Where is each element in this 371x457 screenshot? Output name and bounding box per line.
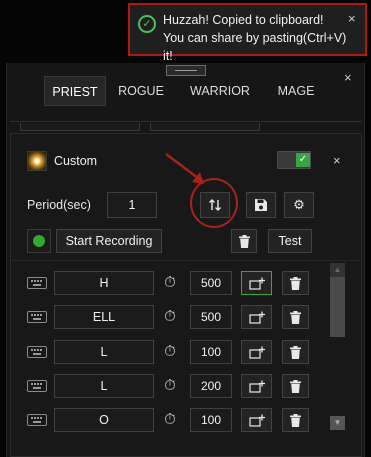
add-row-icon — [248, 380, 265, 393]
add-row-icon — [248, 346, 265, 359]
delete-row-button[interactable] — [282, 374, 309, 398]
delay-input[interactable]: 100 — [190, 408, 232, 432]
tab-priest[interactable]: PRIEST — [44, 76, 106, 106]
stopwatch-icon: ⏱ — [164, 377, 176, 394]
trash-icon — [290, 311, 301, 324]
keyboard-icon — [27, 346, 47, 358]
key-input[interactable]: ELL — [54, 305, 154, 329]
panel-close-icon[interactable]: × — [344, 70, 352, 85]
keyboard-icon — [27, 380, 47, 392]
key-input[interactable]: L — [54, 374, 154, 398]
settings-button[interactable]: ⚙ — [284, 192, 314, 218]
insert-row-button[interactable] — [241, 340, 272, 364]
delay-input[interactable]: 500 — [190, 305, 232, 329]
toast-close-icon[interactable]: × — [348, 11, 362, 26]
delete-row-button[interactable] — [282, 271, 309, 295]
delete-row-button[interactable] — [282, 305, 309, 329]
record-indicator-icon — [33, 235, 45, 247]
macro-name: Custom — [54, 154, 98, 168]
start-recording-button[interactable]: Start Recording — [56, 229, 162, 253]
trash-icon — [290, 414, 301, 427]
stopwatch-icon: ⏱ — [164, 274, 176, 291]
subtab[interactable] — [20, 123, 140, 131]
stopwatch-icon: ⏱ — [164, 343, 176, 360]
scroll-up-icon[interactable]: ▲ — [330, 263, 345, 277]
stopwatch-icon: ⏱ — [164, 308, 176, 325]
trash-icon — [290, 277, 301, 290]
trash-icon — [290, 346, 301, 359]
check-circle-icon: ✓ — [138, 15, 156, 33]
tab-rogue[interactable]: ROGUE — [114, 76, 168, 106]
save-icon — [255, 199, 267, 211]
record-status — [27, 229, 51, 253]
add-row-icon — [248, 414, 265, 427]
insert-row-button[interactable] — [241, 305, 272, 329]
check-icon: ✓ — [296, 153, 310, 167]
add-row-icon — [248, 277, 265, 290]
key-input[interactable]: L — [54, 340, 154, 364]
subtab-divider — [10, 121, 362, 122]
delay-input[interactable]: 500 — [190, 271, 232, 295]
toast-message: Huzzah! Copied to clipboard! You can sha… — [163, 13, 347, 63]
tab-warrior[interactable]: WARRIOR — [184, 76, 256, 106]
clipboard-toast: ✓ Huzzah! Copied to clipboard! You can s… — [128, 3, 367, 63]
delete-all-button[interactable] — [231, 229, 257, 253]
insert-row-button[interactable] — [241, 374, 272, 398]
delete-row-button[interactable] — [282, 408, 309, 432]
keyboard-icon — [27, 414, 47, 426]
add-row-icon — [248, 311, 265, 324]
macro-gem-icon — [27, 151, 47, 171]
test-button[interactable]: Test — [268, 229, 312, 253]
macro-enable-toggle[interactable]: ✓ — [277, 151, 311, 169]
divider — [12, 260, 360, 261]
key-input[interactable]: O — [54, 408, 154, 432]
delete-row-button[interactable] — [282, 340, 309, 364]
key-input[interactable]: H — [54, 271, 154, 295]
tab-mage[interactable]: MAGE — [272, 76, 320, 106]
subtab[interactable] — [150, 123, 260, 131]
period-label: Period(sec) — [27, 198, 91, 212]
annotation-arrow — [165, 153, 204, 184]
keyboard-icon — [27, 277, 47, 289]
scrollbar[interactable]: ▲ ▼ — [330, 263, 345, 433]
period-input[interactable]: 1 — [107, 192, 157, 218]
trash-icon — [238, 235, 250, 248]
scroll-down-icon[interactable]: ▼ — [330, 416, 345, 430]
save-button[interactable] — [246, 192, 276, 218]
scrollbar-thumb[interactable] — [330, 277, 345, 337]
delay-input[interactable]: 100 — [190, 340, 232, 364]
stopwatch-icon: ⏱ — [164, 411, 176, 428]
trash-icon — [290, 380, 301, 393]
insert-row-button[interactable] — [241, 408, 272, 432]
delay-input[interactable]: 200 — [190, 374, 232, 398]
keyboard-icon — [27, 311, 47, 323]
macro-close-icon[interactable]: × — [333, 153, 341, 168]
gear-icon: ⚙ — [293, 197, 305, 212]
class-tabs: PRIEST ROGUE WARRIOR MAGE — [44, 75, 331, 107]
insert-row-button[interactable] — [241, 271, 272, 295]
